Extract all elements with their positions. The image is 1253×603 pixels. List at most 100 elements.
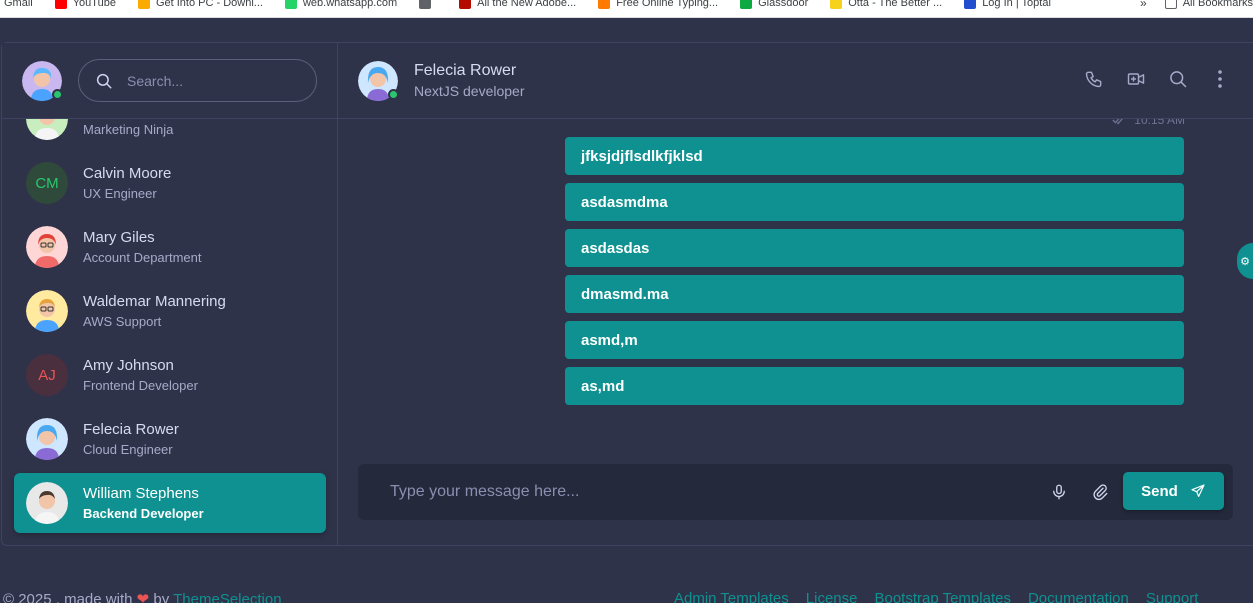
contact-name: William Stephens bbox=[83, 484, 199, 502]
search-input[interactable] bbox=[127, 72, 297, 89]
contact-text: Calvin Moore UX Engineer bbox=[83, 164, 171, 203]
message-bubble: asdasdas bbox=[565, 229, 1184, 267]
search-icon bbox=[96, 73, 112, 88]
message-bubble: as,md bbox=[565, 367, 1184, 405]
more-vertical-icon bbox=[1218, 70, 1222, 88]
contact-name: Amy Johnson bbox=[83, 356, 174, 374]
contact-name: Waldemar Mannering bbox=[83, 292, 226, 310]
bookmark-label: Get Into PC - Downl... bbox=[155, 0, 263, 9]
contact-item[interactable]: Waldemar Mannering AWS Support bbox=[14, 279, 326, 343]
contact-avatar bbox=[26, 226, 68, 268]
search-box[interactable] bbox=[78, 59, 317, 102]
all-bookmarks-label: All Bookmarks bbox=[1182, 0, 1253, 9]
footer-link[interactable]: Support bbox=[1146, 590, 1199, 603]
contact-role: Marketing Ninja bbox=[83, 121, 174, 137]
footer-link[interactable]: Documentation bbox=[1028, 590, 1129, 603]
chat-panel: Felecia Rower NextJS developer 10:15 AM … bbox=[338, 43, 1253, 545]
bookmark-label: Glassdoor bbox=[758, 0, 809, 9]
contact-text: Mary Giles Account Department bbox=[83, 228, 202, 267]
sidebar-header bbox=[2, 43, 337, 119]
contact-role: Account Department bbox=[83, 249, 202, 265]
chat-contact-role: NextJS developer bbox=[414, 83, 525, 99]
bookmark-label: Free Online Typing... bbox=[616, 0, 719, 9]
chat-contact-info: Felecia Rower NextJS developer bbox=[414, 60, 525, 101]
all-bookmarks-link[interactable]: All Bookmarks bbox=[1164, 0, 1253, 9]
footer-link[interactable]: Bootstrap Templates bbox=[874, 590, 1010, 603]
contact-text: Waldemar Mannering AWS Support bbox=[83, 292, 226, 331]
bookmark-favicon-icon bbox=[598, 0, 611, 9]
bookmark-item[interactable]: Gmail bbox=[0, 0, 33, 9]
person-avatar-icon bbox=[26, 482, 68, 524]
paperclip-icon bbox=[1093, 484, 1108, 501]
contact-role: Cloud Engineer bbox=[83, 441, 173, 457]
contact-text: William Stephens Backend Developer bbox=[83, 484, 204, 523]
contact-avatar bbox=[26, 482, 68, 524]
bookmark-item[interactable]: Get Into PC - Downl... bbox=[137, 0, 263, 9]
contact-list: Stacy GarrisonMarketing NinjaCMCalvin Mo… bbox=[14, 87, 326, 533]
message-bubble: jfksjdjflsdlkfjklsd bbox=[565, 137, 1184, 175]
bookmark-label: YouTube bbox=[72, 0, 116, 9]
bookmarks-overflow-icon[interactable]: » bbox=[1140, 0, 1147, 10]
contact-item[interactable]: Mary Giles Account Department bbox=[14, 215, 326, 279]
bookmarks-bar: Gmail YouTube Get Into PC - Downl... web.wh… bbox=[0, 0, 1253, 18]
bookmark-label: Log In | Toptal bbox=[982, 0, 1051, 9]
bookmark-item[interactable] bbox=[419, 0, 437, 9]
bookmark-item[interactable]: web.whatsapp.com bbox=[284, 0, 398, 9]
bookmark-label: Otta - The Better ... bbox=[848, 0, 943, 9]
contact-item[interactable]: AJ Amy Johnson Frontend Developer bbox=[14, 343, 326, 407]
bookmark-favicon-icon bbox=[54, 0, 67, 9]
online-status-dot bbox=[388, 88, 399, 100]
settings-icon: ⚙ bbox=[1240, 255, 1250, 268]
send-icon bbox=[1191, 484, 1205, 497]
footer-copyright: © 2025 , made with ❤ by ThemeSelection bbox=[3, 590, 282, 603]
contact-item[interactable]: Felecia Rower Cloud Engineer bbox=[14, 407, 326, 471]
my-avatar[interactable] bbox=[22, 60, 63, 101]
microphone-icon bbox=[1053, 484, 1065, 500]
phone-call-button[interactable] bbox=[1083, 68, 1105, 90]
online-status-dot bbox=[52, 88, 63, 100]
by-text: by bbox=[153, 591, 170, 603]
page-footer: © 2025 , made with ❤ by ThemeSelection A… bbox=[0, 587, 1253, 603]
video-icon bbox=[1127, 73, 1145, 85]
bookmark-favicon-icon bbox=[964, 0, 977, 9]
bookmark-item[interactable]: Free Online Typing... bbox=[598, 0, 718, 9]
video-call-button[interactable] bbox=[1125, 68, 1147, 90]
contact-name: Felecia Rower bbox=[83, 420, 179, 438]
contact-avatar bbox=[26, 418, 68, 460]
copyright-text: © 2025 , made with bbox=[3, 591, 133, 603]
send-button[interactable]: Send bbox=[1123, 472, 1224, 510]
chat-contact-name: Felecia Rower bbox=[414, 62, 517, 79]
attach-file-button[interactable] bbox=[1089, 481, 1111, 503]
message-bubble: asmd,m bbox=[565, 321, 1184, 359]
bookmark-item[interactable]: All the New Adobe... bbox=[459, 0, 576, 9]
more-options-button[interactable] bbox=[1209, 68, 1231, 90]
voice-message-button[interactable] bbox=[1048, 481, 1070, 503]
contact-item[interactable]: CM Calvin Moore UX Engineer bbox=[14, 151, 326, 215]
contact-avatar[interactable] bbox=[358, 60, 399, 101]
bookmarks-list: Gmail YouTube Get Into PC - Downl... web.wh… bbox=[0, 0, 1073, 15]
message-bubble: dmasmd.ma bbox=[565, 275, 1184, 313]
bookmark-favicon-icon bbox=[740, 0, 753, 9]
person-avatar-icon bbox=[26, 290, 68, 332]
bookmark-item[interactable]: Log In | Toptal bbox=[964, 0, 1051, 9]
contact-name: Mary Giles bbox=[83, 228, 155, 246]
message-input[interactable] bbox=[390, 483, 1030, 501]
footer-link[interactable]: Admin Templates bbox=[674, 590, 789, 603]
contact-item[interactable]: William Stephens Backend Developer bbox=[14, 473, 326, 533]
bookmark-favicon-icon bbox=[419, 0, 432, 9]
bookmark-item[interactable]: YouTube bbox=[54, 0, 116, 9]
footer-link[interactable]: License bbox=[806, 590, 858, 603]
message-bubble: asdasmdma bbox=[565, 183, 1184, 221]
bookmark-label: web.whatsapp.com bbox=[302, 0, 398, 9]
brand-link[interactable]: ThemeSelection bbox=[173, 591, 281, 603]
bookmark-item[interactable]: Glassdoor bbox=[740, 0, 808, 9]
person-avatar-icon bbox=[26, 418, 68, 460]
bookmark-favicon-icon bbox=[459, 0, 472, 9]
bookmark-favicon-icon bbox=[137, 0, 150, 9]
bookmark-item[interactable]: Otta - The Better ... bbox=[830, 0, 942, 9]
bookmark-favicon-icon bbox=[830, 0, 843, 9]
contact-initials-avatar: CM bbox=[26, 162, 68, 204]
chat-app: Stacy GarrisonMarketing NinjaCMCalvin Mo… bbox=[1, 42, 1253, 546]
contact-name: Calvin Moore bbox=[83, 164, 172, 182]
search-chat-button[interactable] bbox=[1167, 68, 1189, 90]
